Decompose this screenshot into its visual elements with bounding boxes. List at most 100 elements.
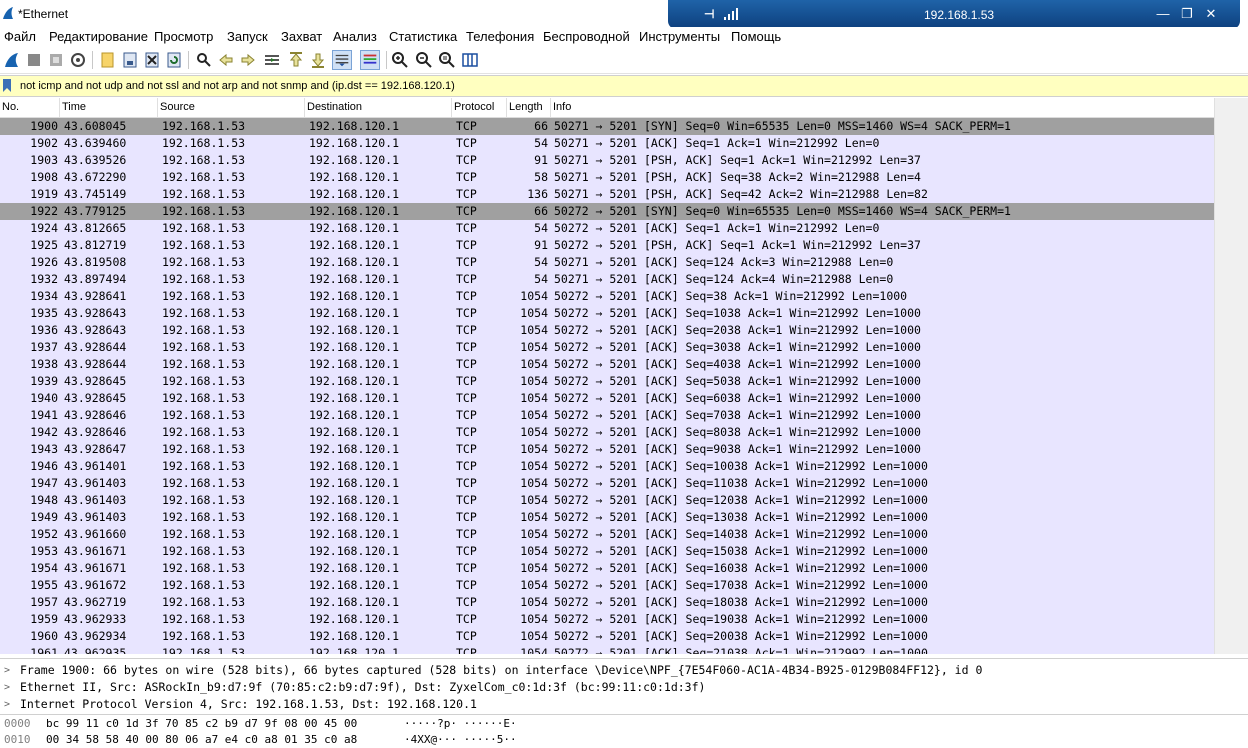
packet-row[interactable]: 1961 43.962935 192.168.1.53 192.168.120.1 TC… xyxy=(0,645,1214,654)
menu-file[interactable]: Файл xyxy=(4,29,36,44)
menu-capture[interactable]: Захват xyxy=(281,29,322,44)
save-file-icon[interactable] xyxy=(120,50,140,70)
packet-row[interactable]: 1959 43.962933 192.168.1.53 192.168.120.1 TC… xyxy=(0,611,1214,628)
restore-button[interactable]: ❐ xyxy=(1178,5,1196,23)
column-header-protocol[interactable]: Protocol xyxy=(452,98,507,117)
stop-capture-icon[interactable] xyxy=(24,50,44,70)
packet-row[interactable]: 1936 43.928643 192.168.1.53 192.168.120.1 TC… xyxy=(0,322,1214,339)
packet-row[interactable]: 1900 43.608045 192.168.1.53 192.168.120.1 TC… xyxy=(0,118,1214,135)
packet-row[interactable]: 1902 43.639460 192.168.1.53 192.168.120.1 TC… xyxy=(0,135,1214,152)
packet-row[interactable]: 1948 43.961403 192.168.1.53 192.168.120.1 TC… xyxy=(0,492,1214,509)
column-header-destination[interactable]: Destination xyxy=(305,98,452,117)
reload-icon[interactable] xyxy=(164,50,184,70)
packet-row[interactable]: 1943 43.928647 192.168.1.53 192.168.120.1 TC… xyxy=(0,441,1214,458)
expand-arrow-icon[interactable]: > xyxy=(4,696,10,713)
packet-row[interactable]: 1949 43.961403 192.168.1.53 192.168.120.1 TC… xyxy=(0,509,1214,526)
go-back-icon[interactable] xyxy=(216,50,236,70)
menu-statistics[interactable]: Статистика xyxy=(389,29,457,44)
cell-destination: 192.168.120.1 xyxy=(309,459,400,473)
packet-row[interactable]: 1946 43.961401 192.168.1.53 192.168.120.1 TC… xyxy=(0,458,1214,475)
menu-edit[interactable]: Редактирование xyxy=(49,29,148,44)
packet-row[interactable]: 1908 43.672290 192.168.1.53 192.168.120.1 TC… xyxy=(0,169,1214,186)
packet-row[interactable]: 1954 43.961671 192.168.1.53 192.168.120.1 TC… xyxy=(0,560,1214,577)
cell-destination: 192.168.120.1 xyxy=(309,612,400,626)
menu-analyze[interactable]: Анализ xyxy=(333,29,377,44)
cell-length: 1054 xyxy=(520,408,548,422)
go-forward-icon[interactable] xyxy=(238,50,258,70)
packet-row[interactable]: 1935 43.928643 192.168.1.53 192.168.120.1 TC… xyxy=(0,305,1214,322)
zoom-in-icon[interactable] xyxy=(390,50,410,70)
cell-time: 43.961403 xyxy=(64,510,127,524)
display-filter-input[interactable] xyxy=(18,76,1222,96)
bytes-offset: 0000 xyxy=(4,717,31,730)
menu-view[interactable]: Просмотр xyxy=(154,29,213,44)
minimize-button[interactable]: — xyxy=(1154,5,1172,23)
go-first-icon[interactable] xyxy=(286,50,306,70)
pin-icon[interactable]: ⊣ xyxy=(704,7,714,21)
cell-no: 1959 xyxy=(30,612,58,626)
cell-no: 1954 xyxy=(30,561,58,575)
packet-row[interactable]: 1960 43.962934 192.168.1.53 192.168.120.1 TC… xyxy=(0,628,1214,645)
packet-row[interactable]: 1941 43.928646 192.168.1.53 192.168.120.1 TC… xyxy=(0,407,1214,424)
cell-length: 1054 xyxy=(520,629,548,643)
cell-source: 192.168.1.53 xyxy=(162,221,246,235)
menu-telephony[interactable]: Телефония xyxy=(466,29,534,44)
cell-protocol: TCP xyxy=(456,289,477,303)
go-to-packet-icon[interactable] xyxy=(262,50,282,70)
zoom-normal-icon[interactable] xyxy=(437,50,457,70)
packet-row[interactable]: 1926 43.819508 192.168.1.53 192.168.120.1 TC… xyxy=(0,254,1214,271)
cell-info: 50272 → 5201 [ACK] Seq=5038 Ack=1 Win=21… xyxy=(554,374,921,388)
packet-row[interactable]: 1940 43.928645 192.168.1.53 192.168.120.1 TC… xyxy=(0,390,1214,407)
packet-row[interactable]: 1955 43.961672 192.168.1.53 192.168.120.1 TC… xyxy=(0,577,1214,594)
packet-row[interactable]: 1919 43.745149 192.168.1.53 192.168.120.1 TC… xyxy=(0,186,1214,203)
column-header-no[interactable]: No. xyxy=(0,98,60,117)
open-file-icon[interactable] xyxy=(98,50,118,70)
packet-row[interactable]: 1903 43.639526 192.168.1.53 192.168.120.1 TC… xyxy=(0,152,1214,169)
cell-time: 43.928645 xyxy=(64,374,127,388)
packet-row[interactable]: 1939 43.928645 192.168.1.53 192.168.120.1 TC… xyxy=(0,373,1214,390)
cell-protocol: TCP xyxy=(456,119,477,133)
packet-row[interactable]: 1922 43.779125 192.168.1.53 192.168.120.1 TC… xyxy=(0,203,1214,220)
autoscroll-icon[interactable] xyxy=(332,50,352,70)
column-header-time[interactable]: Time xyxy=(60,98,158,117)
expand-arrow-icon[interactable]: > xyxy=(4,662,10,679)
column-header-length[interactable]: Length xyxy=(507,98,551,117)
column-header-info[interactable]: Info xyxy=(551,98,1214,117)
cell-source: 192.168.1.53 xyxy=(162,561,246,575)
find-packet-icon[interactable] xyxy=(194,50,214,70)
colorize-icon[interactable] xyxy=(360,50,380,70)
cell-time: 43.961660 xyxy=(64,527,127,541)
resize-columns-icon[interactable] xyxy=(460,50,480,70)
packet-list-scrollbar[interactable] xyxy=(1214,98,1248,654)
cell-source: 192.168.1.53 xyxy=(162,544,246,558)
packet-row[interactable]: 1953 43.961671 192.168.1.53 192.168.120.1 TC… xyxy=(0,543,1214,560)
shark-fin-start-icon[interactable] xyxy=(2,50,22,70)
close-file-icon[interactable] xyxy=(142,50,162,70)
packet-row[interactable]: 1934 43.928641 192.168.1.53 192.168.120.1 TC… xyxy=(0,288,1214,305)
menu-help[interactable]: Помощь xyxy=(731,29,781,44)
packet-row[interactable]: 1932 43.897494 192.168.1.53 192.168.120.1 TC… xyxy=(0,271,1214,288)
packet-row[interactable]: 1925 43.812719 192.168.1.53 192.168.120.1 TC… xyxy=(0,237,1214,254)
cell-destination: 192.168.120.1 xyxy=(309,476,400,490)
packet-row[interactable]: 1942 43.928646 192.168.1.53 192.168.120.1 TC… xyxy=(0,424,1214,441)
packet-row[interactable]: 1938 43.928644 192.168.1.53 192.168.120.1 TC… xyxy=(0,356,1214,373)
packet-row[interactable]: 1937 43.928644 192.168.1.53 192.168.120.1 TC… xyxy=(0,339,1214,356)
cell-info: 50272 → 5201 [ACK] Seq=9038 Ack=1 Win=21… xyxy=(554,442,921,456)
restart-capture-icon[interactable] xyxy=(46,50,66,70)
go-last-icon[interactable] xyxy=(308,50,328,70)
zoom-out-icon[interactable] xyxy=(414,50,434,70)
packet-row[interactable]: 1924 43.812665 192.168.1.53 192.168.120.1 TC… xyxy=(0,220,1214,237)
close-button[interactable]: ✕ xyxy=(1202,5,1220,23)
filter-bookmark-icon[interactable] xyxy=(3,79,11,92)
column-header-source[interactable]: Source xyxy=(158,98,305,117)
expand-arrow-icon[interactable]: > xyxy=(4,679,10,696)
cell-protocol: TCP xyxy=(456,544,477,558)
capture-options-icon[interactable] xyxy=(68,50,88,70)
cell-protocol: TCP xyxy=(456,561,477,575)
packet-row[interactable]: 1947 43.961403 192.168.1.53 192.168.120.1 TC… xyxy=(0,475,1214,492)
menu-wireless[interactable]: Беспроводной xyxy=(543,29,630,44)
packet-row[interactable]: 1957 43.962719 192.168.1.53 192.168.120.1 TC… xyxy=(0,594,1214,611)
packet-row[interactable]: 1952 43.961660 192.168.1.53 192.168.120.1 TC… xyxy=(0,526,1214,543)
menu-tools[interactable]: Инструменты xyxy=(639,29,720,44)
menu-go[interactable]: Запуск xyxy=(227,29,268,44)
